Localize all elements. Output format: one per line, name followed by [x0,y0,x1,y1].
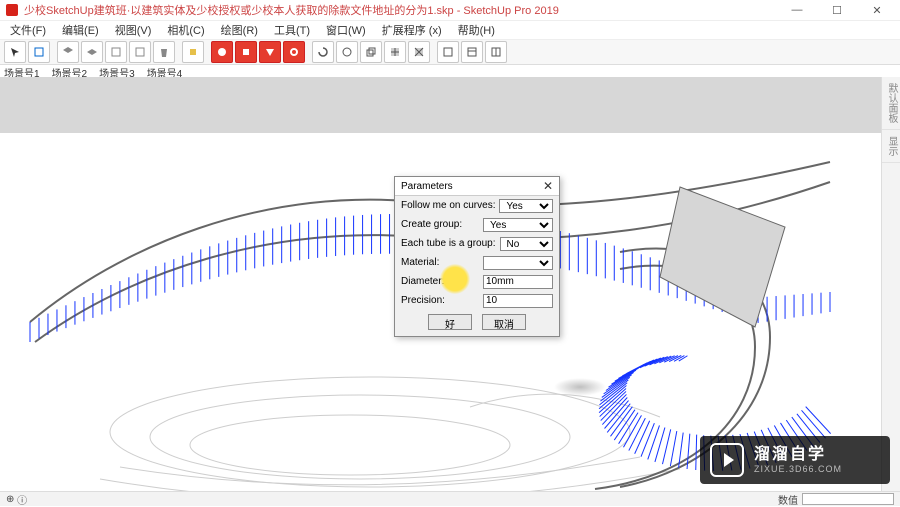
tool-refresh-icon[interactable] [312,41,334,63]
tool-box-icon[interactable] [182,41,204,63]
param-label: Follow me on curves: [401,200,495,211]
tool-rec2-icon[interactable] [235,41,257,63]
tool-cube-icon[interactable] [360,41,382,63]
tool-warp-icon[interactable] [28,41,50,63]
dialog-close-icon[interactable]: ✕ [543,179,553,193]
menu-camera[interactable]: 相机(C) [161,21,210,39]
menu-view[interactable]: 视图(V) [109,21,158,39]
menu-file[interactable]: 文件(F) [4,21,52,39]
ok-button[interactable]: 好 [428,314,472,330]
create-group-select[interactable]: Yes [483,218,553,232]
tool-rec4-icon[interactable] [283,41,305,63]
tool-win2-icon[interactable] [461,41,483,63]
dialog-title: Parameters [401,181,453,192]
tool-circle-icon[interactable] [336,41,358,63]
param-label: Material: [401,257,479,268]
window-title: 少校SketchUp建筑班·以建筑实体及少校授权或少校本人获取的除款文件地址的分… [24,2,559,18]
menu-draw[interactable]: 绘图(R) [215,21,264,39]
toolbar [0,40,900,65]
tool-rec3-icon[interactable] [259,41,281,63]
watermark-title: 溜溜自学 [754,446,842,464]
measurement-input[interactable] [802,493,894,505]
follow-curves-select[interactable]: Yes [499,199,553,213]
app-icon [6,4,18,16]
side-tab[interactable]: 显示 [882,130,900,163]
material-select[interactable] [483,256,553,270]
play-icon [710,443,744,477]
watermark: 溜溜自学 ZIXUE.3D66.COM [700,436,890,484]
param-label: Diameter: [401,276,479,287]
tool-trash-icon[interactable] [153,41,175,63]
measurement-label: 数值 [778,492,798,507]
menu-tools[interactable]: 工具(T) [268,21,316,39]
tool-sheet-icon[interactable] [105,41,127,63]
maximize-button[interactable]: ☐ [820,0,854,20]
diameter-input[interactable] [483,275,553,289]
menu-help[interactable]: 帮助(H) [452,21,501,39]
tool-pattern1-icon[interactable] [384,41,406,63]
tool-layers2-icon[interactable] [81,41,103,63]
tool-layers-icon[interactable] [57,41,79,63]
menu-edit[interactable]: 编辑(E) [56,21,105,39]
precision-input[interactable] [483,294,553,308]
side-tray[interactable]: 默认面板 显示 [881,77,900,492]
status-icon[interactable]: ⊕ [6,494,14,505]
tool-arrow-icon[interactable] [4,41,26,63]
param-label: Precision: [401,295,479,306]
tool-sheet2-icon[interactable] [129,41,151,63]
side-tab[interactable]: 默认面板 [882,77,900,130]
tool-rec1-icon[interactable] [211,41,233,63]
tool-pattern2-icon[interactable] [408,41,430,63]
param-label: Each tube is a group: [401,238,496,249]
status-bar: ⊕ ⓘ 数值 [0,491,900,506]
cancel-button[interactable]: 取消 [482,314,526,330]
tool-win3-icon[interactable] [485,41,507,63]
titlebar: 少校SketchUp建筑班·以建筑实体及少校授权或少校本人获取的除款文件地址的分… [0,0,900,21]
menu-extensions[interactable]: 扩展程序 (x) [376,21,448,39]
param-label: Create group: [401,219,479,230]
watermark-url: ZIXUE.3D66.COM [754,464,842,474]
dialog-titlebar[interactable]: Parameters ✕ [395,177,559,196]
each-tube-group-select[interactable]: No [500,237,553,251]
menubar: 文件(F) 编辑(E) 视图(V) 相机(C) 绘图(R) 工具(T) 窗口(W… [0,21,900,40]
tool-win1-icon[interactable] [437,41,459,63]
close-button[interactable]: ✕ [860,0,894,20]
status-icon[interactable]: ⓘ [17,492,27,507]
parameters-dialog: Parameters ✕ Follow me on curves: Yes Cr… [394,176,560,337]
menu-window[interactable]: 窗口(W) [320,21,372,39]
minimize-button[interactable]: — [780,0,814,20]
